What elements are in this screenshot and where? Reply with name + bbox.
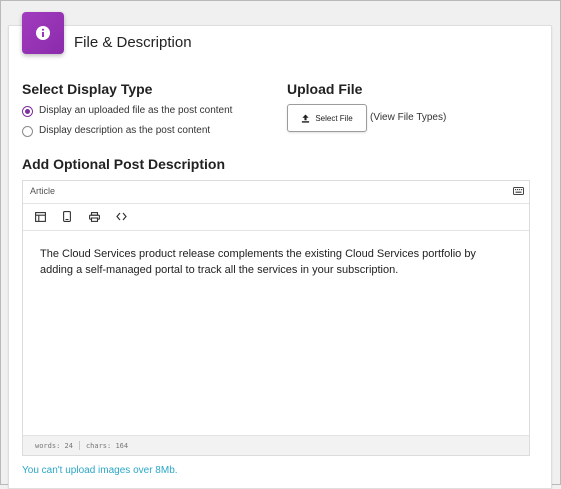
radio-display-file[interactable]: Display an uploaded file as the post con… (22, 104, 232, 118)
radio-button[interactable] (22, 125, 33, 137)
info-icon (36, 26, 50, 40)
upload-icon (302, 113, 310, 123)
display-type-heading: Select Display Type (22, 81, 153, 97)
mobile-preview-icon (63, 211, 71, 222)
radio-button-checked[interactable] (22, 105, 33, 117)
editor-header: Article (23, 181, 529, 204)
radio-label: Display an uploaded file as the post con… (39, 105, 233, 116)
source-code-button[interactable] (110, 207, 132, 227)
template-icon (34, 211, 46, 222)
editor-status-bar: words: 24 chars: 164 (23, 435, 529, 455)
editor-toolbar (23, 203, 529, 231)
select-file-button[interactable]: Select File (287, 104, 367, 132)
rich-text-editor[interactable]: Article The Cloud Services product relea… (22, 180, 530, 456)
radio-display-description[interactable]: Display description as the post content (22, 124, 210, 138)
card-title: File & Description (74, 34, 192, 51)
char-count: chars: 164 (85, 441, 129, 450)
upload-file-heading: Upload File (287, 81, 363, 97)
post-description-heading: Add Optional Post Description (22, 156, 226, 172)
mobile-preview-button[interactable] (56, 207, 78, 227)
view-file-types-link[interactable]: (View File Types) (370, 111, 446, 125)
upload-size-note: You can't upload images over 8Mb. (22, 465, 178, 476)
select-file-label: Select File (315, 113, 353, 123)
template-button[interactable] (29, 207, 51, 227)
info-badge (22, 12, 64, 54)
print-button[interactable] (83, 207, 105, 227)
editor-style-label: Article (30, 186, 56, 196)
word-count: words: 24 (35, 441, 73, 450)
status-divider (78, 441, 80, 450)
keyboard-icon[interactable] (513, 187, 524, 195)
source-code-icon (115, 212, 127, 221)
print-icon (88, 211, 100, 222)
editor-content[interactable]: The Cloud Services product release compl… (40, 246, 500, 278)
radio-label: Display description as the post content (39, 125, 211, 136)
